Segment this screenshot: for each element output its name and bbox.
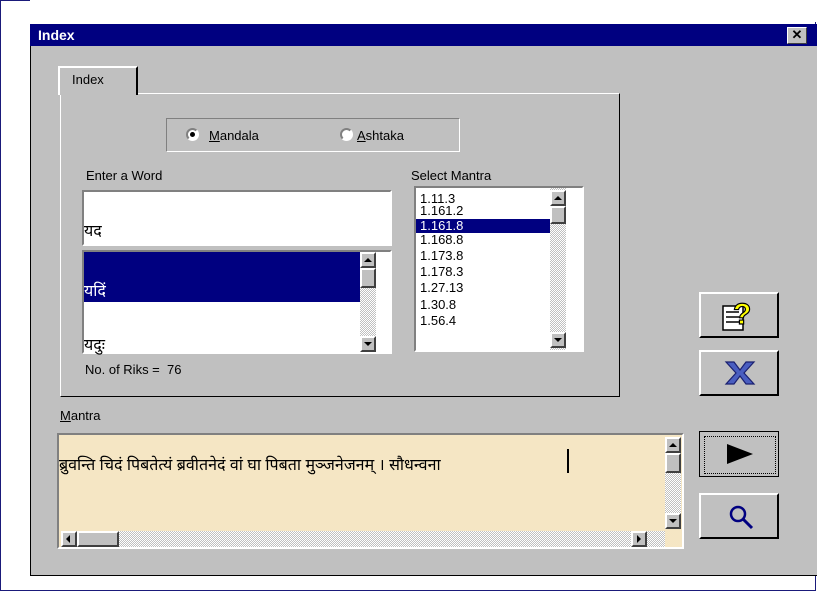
- chevron-down-icon: [669, 519, 677, 523]
- close-button[interactable]: [699, 350, 779, 396]
- close-icon: ✕: [791, 27, 803, 42]
- search-button[interactable]: [699, 493, 779, 539]
- play-button[interactable]: [699, 431, 779, 477]
- mantra-list[interactable]: 1.11.3 1.161.2 1.161.8 1.168.8 1.173.8 1…: [414, 186, 584, 352]
- mantra-vertical-scrollbar[interactable]: [665, 437, 681, 529]
- scroll-thumb[interactable]: [550, 206, 566, 224]
- scroll-up-button[interactable]: [665, 437, 681, 453]
- word-input-value: यद: [84, 223, 102, 240]
- mantra-list-items: 1.11.3 1.161.2 1.161.8 1.168.8 1.173.8 1…: [416, 188, 550, 348]
- play-icon: [727, 444, 753, 464]
- mandala-radio-label[interactable]: Mandala: [209, 128, 259, 143]
- text-caret: [567, 449, 569, 473]
- scroll-down-button[interactable]: [360, 336, 376, 352]
- riks-count: No. of Riks = 76: [85, 362, 182, 377]
- chevron-right-icon: [637, 535, 641, 543]
- list-item[interactable]: यदुः: [84, 330, 360, 354]
- magnifier-icon: [729, 505, 754, 530]
- select-mantra-label: Select Mantra: [411, 168, 492, 183]
- window-close-button[interactable]: ✕: [787, 27, 807, 44]
- help-button[interactable]: ?: [699, 292, 779, 338]
- scroll-up-button[interactable]: [550, 190, 566, 206]
- scroll-thumb[interactable]: [360, 268, 376, 288]
- svg-text:?: ?: [733, 298, 751, 331]
- scroll-up-button[interactable]: [360, 252, 376, 268]
- mandala-radio[interactable]: [186, 128, 199, 141]
- scroll-thumb[interactable]: [77, 531, 119, 547]
- word-input[interactable]: यद: [82, 190, 392, 246]
- mantra-text: ब्रुवन्ति चिदं पिबतेत्यं ब्रवीतनेदं वां …: [59, 457, 441, 474]
- list-item[interactable]: 1.30.8: [420, 298, 456, 311]
- x-icon: [724, 361, 756, 385]
- mantra-horizontal-scrollbar[interactable]: [61, 531, 665, 547]
- chevron-down-icon: [554, 338, 562, 342]
- list-item[interactable]: 1.56.4: [420, 314, 456, 327]
- list-item[interactable]: 1.161.2: [420, 204, 463, 217]
- list-item-selected-label: 1.161.8: [420, 218, 464, 233]
- chevron-down-icon: [364, 342, 372, 346]
- list-item[interactable]: 1.178.3: [420, 265, 463, 278]
- list-item[interactable]: 1.27.13: [420, 281, 463, 294]
- list-item[interactable]: 1.173.8: [420, 249, 463, 262]
- tab-index-label: Index: [72, 72, 104, 87]
- title-bar: [30, 24, 817, 46]
- mantra-list-scrollbar[interactable]: [550, 188, 566, 350]
- scroll-left-button[interactable]: [61, 531, 77, 547]
- list-item-selected[interactable]: यदिं: [84, 252, 360, 302]
- mantra-textarea[interactable]: ब्रुवन्ति चिदं पिबतेत्यं ब्रवीतनेदं वां …: [57, 433, 684, 549]
- ashtaka-radio-label[interactable]: Ashtaka: [357, 128, 404, 143]
- list-item[interactable]: 1.168.8: [420, 233, 463, 246]
- scroll-thumb[interactable]: [665, 453, 681, 473]
- scroll-right-button[interactable]: [631, 531, 647, 547]
- radio-selected-dot: [190, 132, 195, 137]
- ashtaka-radio[interactable]: [340, 128, 353, 141]
- scroll-down-button[interactable]: [665, 513, 681, 529]
- scroll-down-button[interactable]: [550, 332, 566, 348]
- chevron-left-icon: [66, 535, 70, 543]
- chevron-up-icon: [669, 443, 677, 447]
- chevron-up-icon: [364, 258, 372, 262]
- word-list[interactable]: यदिं यदुः: [82, 250, 392, 354]
- window-title: Index: [38, 27, 75, 43]
- mantra-label: Mantra: [60, 408, 101, 423]
- top-strip: [30, 0, 817, 22]
- chevron-up-icon: [554, 196, 562, 200]
- word-list-scrollbar[interactable]: [360, 252, 376, 352]
- help-icon: ?: [722, 298, 752, 332]
- enter-word-label: Enter a Word: [86, 168, 163, 183]
